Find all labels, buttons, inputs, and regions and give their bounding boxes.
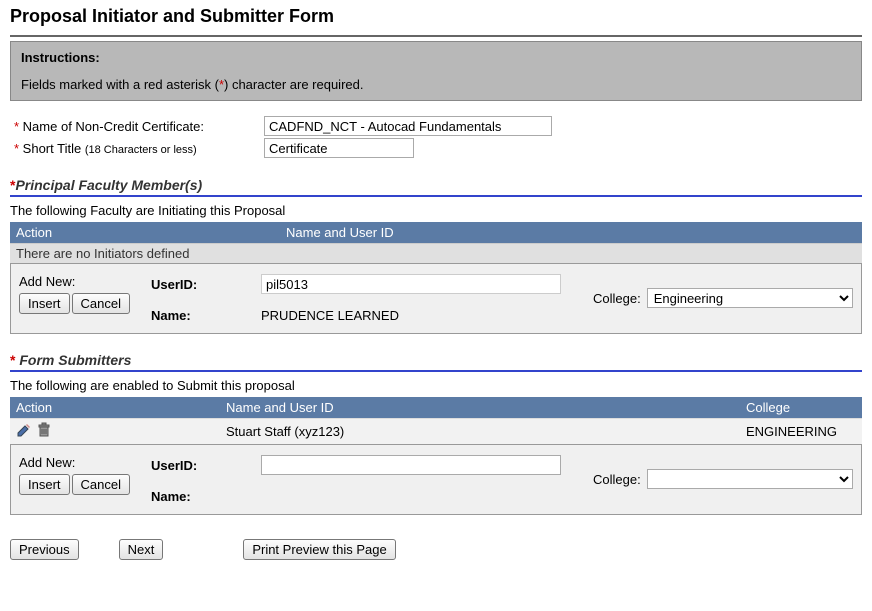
footer-buttons: Previous Next Print Preview this Page [10, 539, 862, 560]
print-preview-button[interactable]: Print Preview this Page [243, 539, 395, 560]
section-divider [10, 195, 862, 197]
userid-label: UserID: [151, 458, 261, 473]
cancel-button[interactable]: Cancel [72, 474, 130, 495]
name-value: PRUDENCE LEARNED [261, 308, 399, 323]
name-label: Name: [151, 308, 261, 323]
col-nameid: Name and User ID [286, 225, 856, 240]
name-cert-label: Name of Non-Credit Certificate: [23, 119, 204, 134]
submitter-row: Stuart Staff (xyz123) ENGINEERING [10, 418, 862, 444]
section-submitters-title: * Form Submitters [10, 352, 862, 368]
userid-input[interactable] [261, 455, 561, 475]
short-title-input[interactable] [264, 138, 414, 158]
field-short-title: * Short Title (18 Characters or less) [10, 137, 862, 159]
submitters-subheader: The following are enabled to Submit this… [10, 378, 862, 393]
col-nameid: Name and User ID [226, 400, 746, 415]
instructions-title: Instructions: [21, 50, 851, 65]
userid-input[interactable] [261, 274, 561, 294]
edit-icon[interactable] [16, 422, 32, 441]
submitters-addnew: Add New: Insert Cancel UserID: Name: Col… [10, 444, 862, 515]
addnew-label: Add New: [19, 455, 139, 470]
row-nameid: Stuart Staff (xyz123) [226, 424, 746, 439]
instructions-text: Fields marked with a red asterisk (*) ch… [21, 77, 851, 92]
col-action: Action [16, 225, 286, 240]
previous-button[interactable]: Previous [10, 539, 79, 560]
cancel-button[interactable]: Cancel [72, 293, 130, 314]
instructions-post: ) character are required. [224, 77, 363, 92]
name-cert-input[interactable] [264, 116, 552, 136]
principal-addnew: Add New: Insert Cancel UserID: Name: PRU… [10, 263, 862, 334]
col-action: Action [16, 400, 226, 415]
userid-label: UserID: [151, 277, 261, 292]
section-divider [10, 370, 862, 372]
next-button[interactable]: Next [119, 539, 164, 560]
name-label: Name: [151, 489, 261, 504]
field-name-of-cert: * Name of Non-Credit Certificate: [10, 115, 862, 137]
short-title-label: Short Title [23, 141, 82, 156]
principal-empty-row: There are no Initiators defined [10, 243, 862, 263]
college-label: College: [593, 472, 641, 487]
page-title: Proposal Initiator and Submitter Form [10, 6, 862, 27]
instructions-pre: Fields marked with a red asterisk ( [21, 77, 219, 92]
insert-button[interactable]: Insert [19, 293, 70, 314]
instructions-box: Instructions: Fields marked with a red a… [10, 41, 862, 101]
addnew-label: Add New: [19, 274, 139, 289]
divider [10, 35, 862, 37]
principal-subheader: The following Faculty are Initiating thi… [10, 203, 862, 218]
row-college: ENGINEERING [746, 424, 856, 439]
college-select[interactable] [647, 469, 853, 489]
trash-icon[interactable] [36, 422, 52, 441]
insert-button[interactable]: Insert [19, 474, 70, 495]
principal-table-header: Action Name and User ID [10, 222, 862, 243]
submitters-table-header: Action Name and User ID College [10, 397, 862, 418]
college-select[interactable]: Engineering [647, 288, 853, 308]
section-principal-title: *Principal Faculty Member(s) [10, 177, 862, 193]
short-title-note: (18 Characters or less) [85, 144, 197, 156]
col-college: College [746, 400, 856, 415]
college-label: College: [593, 291, 641, 306]
